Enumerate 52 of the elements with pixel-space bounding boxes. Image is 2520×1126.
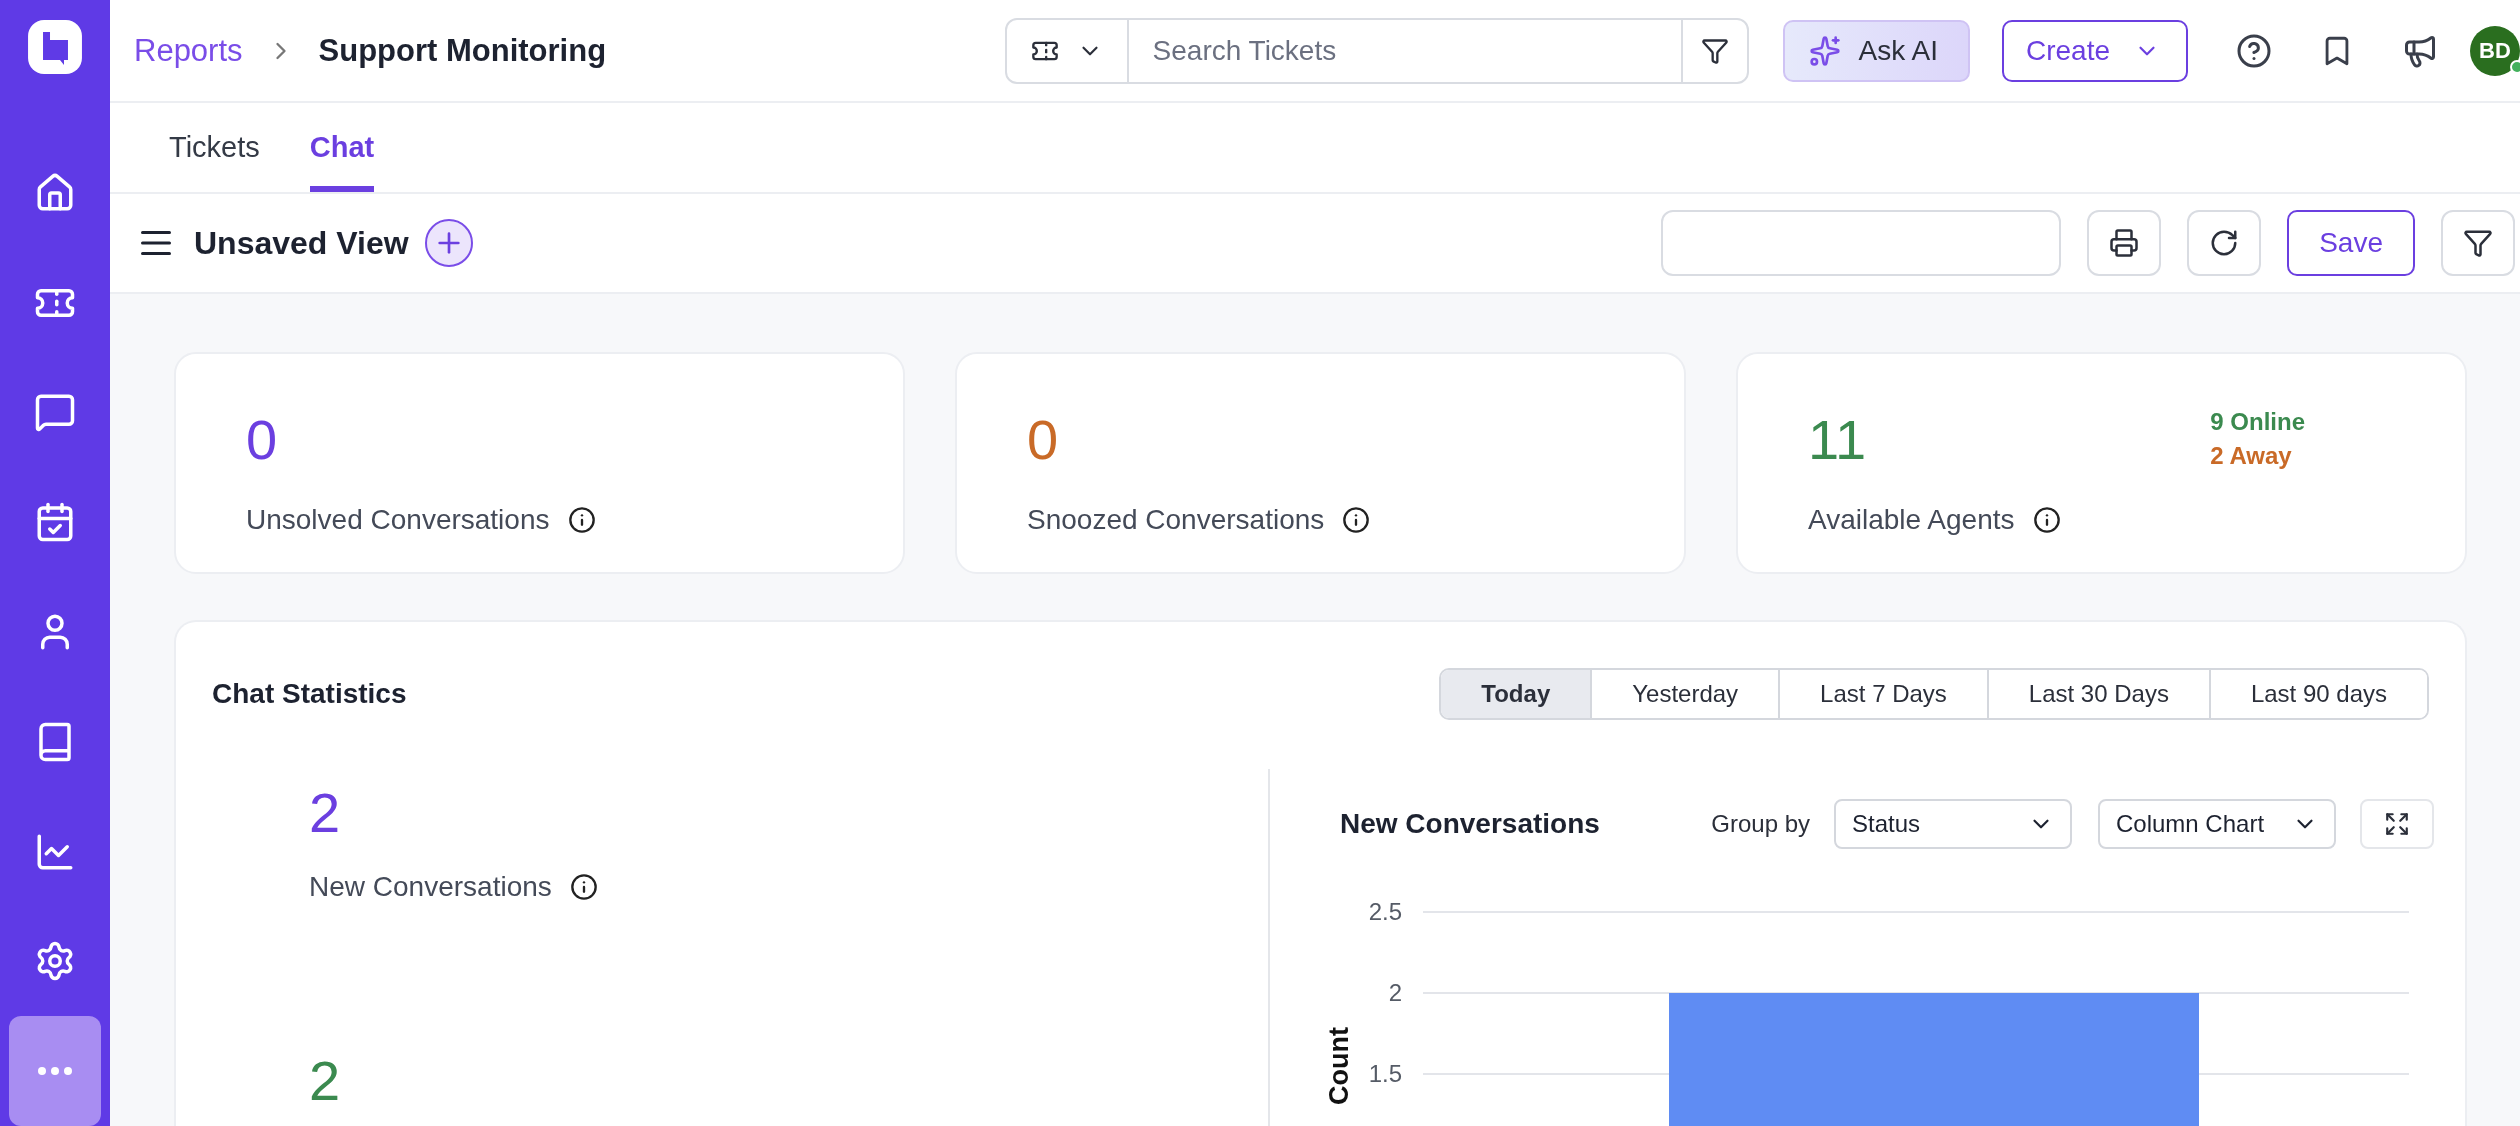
filter-button[interactable] [2441, 210, 2515, 276]
user-avatar[interactable]: BD [2470, 25, 2520, 76]
search-bar[interactable]: Search Tickets [1004, 17, 1749, 84]
stat-label: Snoozed Conversations [1027, 504, 1325, 536]
stat-label: Unsolved Conversations [246, 504, 550, 536]
ask-ai-button[interactable]: Ask AI [1782, 19, 1970, 82]
stat-value: 0 [246, 412, 278, 468]
metric-value: 2 [309, 1053, 341, 1109]
view-title: Unsaved View [194, 224, 409, 262]
save-button[interactable]: Save [2287, 210, 2415, 276]
info-icon[interactable] [569, 873, 598, 901]
axis-tick-label: 2 [1388, 979, 1402, 1006]
date-range-option[interactable]: Today [1441, 670, 1591, 718]
panel-title: Chat Statistics [212, 678, 407, 710]
page-title: Support Monitoring [318, 32, 607, 69]
create-button[interactable]: Create [2001, 19, 2188, 82]
refresh-icon [2209, 228, 2240, 258]
refresh-button[interactable] [2187, 210, 2262, 276]
home-icon [34, 171, 76, 214]
info-icon[interactable] [567, 506, 596, 534]
metric-label: New Conversations [309, 871, 552, 903]
printer-icon [2109, 228, 2140, 258]
add-view-button[interactable] [424, 219, 473, 267]
axis-tick-label: 2.5 [1368, 898, 1402, 925]
input-field[interactable] [1661, 210, 2062, 276]
info-icon[interactable] [1342, 506, 1371, 534]
filter-icon [1700, 36, 1729, 65]
info-icon[interactable] [2032, 506, 2061, 534]
group-by-label: Group by [1711, 810, 1810, 838]
breadcrumb-link[interactable]: Reports [134, 32, 243, 69]
group-by-select[interactable]: Status [1834, 799, 2072, 849]
chart-title: New Conversations [1340, 808, 1600, 840]
y-axis-label: Count [1324, 1026, 1354, 1105]
more-icon [38, 1067, 72, 1076]
filter-icon [2463, 228, 2493, 258]
tab[interactable]: Tickets [169, 103, 260, 192]
calendar-check-icon [34, 501, 76, 544]
expand-button[interactable] [2360, 799, 2434, 849]
logo-icon[interactable] [26, 18, 84, 76]
expand-icon [2384, 811, 2410, 837]
agent-status-count: 9 Online [2210, 408, 2305, 436]
axis-tick-label: 1.5 [1368, 1060, 1402, 1087]
print-button[interactable] [2087, 210, 2162, 276]
sparkles-icon [1808, 34, 1841, 67]
metric-value: 2 [309, 785, 341, 841]
help-icon [2236, 32, 2272, 69]
agent-status-count: 2 Away [2210, 442, 2293, 470]
date-range-option[interactable]: Last 90 days [2208, 670, 2427, 718]
stat-label: Available Agents [1808, 504, 2015, 536]
chart-type-select[interactable]: Column Chart [2098, 799, 2336, 849]
stat-value: 11 [1808, 412, 1867, 468]
stat-value: 0 [1027, 412, 1059, 468]
